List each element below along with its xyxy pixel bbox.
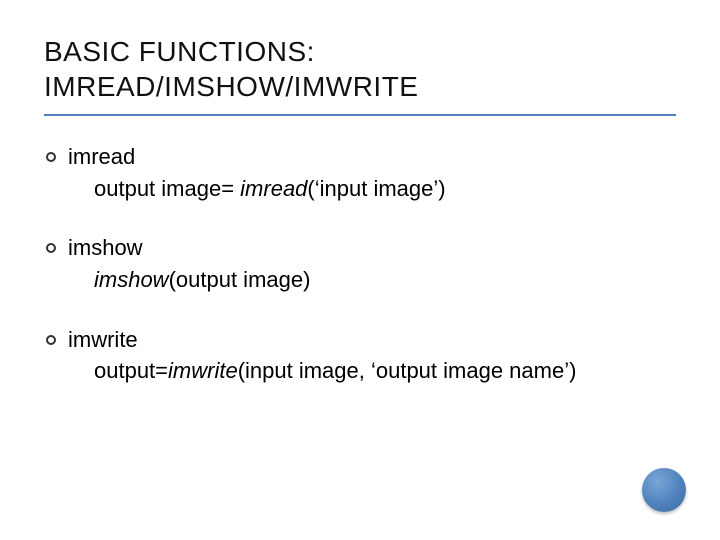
slide-title: BASIC FUNCTIONS: IMREAD/IMSHOW/IMWRITE	[44, 34, 676, 116]
title-line-2: IMREAD/IMSHOW/IMWRITE	[44, 71, 418, 102]
bullet-icon	[46, 152, 56, 162]
bullet-icon	[46, 243, 56, 253]
bullet-row: imwrite	[46, 325, 676, 355]
item-name: imwrite	[68, 325, 138, 355]
list-item: imread output image= imread(‘input image…	[44, 142, 676, 203]
bullet-icon	[46, 335, 56, 345]
bullet-row: imshow	[46, 233, 676, 263]
desc-post: (input image, ‘output image name’)	[238, 358, 577, 383]
desc-post: (output image)	[169, 267, 311, 292]
accent-circle-icon	[642, 468, 686, 512]
bullet-row: imread	[46, 142, 676, 172]
slide: BASIC FUNCTIONS: IMREAD/IMSHOW/IMWRITE i…	[0, 0, 720, 540]
desc-func: imread	[240, 176, 307, 201]
list-item: imshow imshow(output image)	[44, 233, 676, 294]
desc-post: (‘input image’)	[307, 176, 445, 201]
slide-body: imread output image= imread(‘input image…	[44, 142, 676, 386]
desc-func: imshow	[94, 267, 169, 292]
item-name: imshow	[68, 233, 143, 263]
desc-pre: output image=	[94, 176, 240, 201]
desc-func: imwrite	[168, 358, 238, 383]
item-description: imshow(output image)	[46, 265, 676, 295]
title-line-1: BASIC FUNCTIONS:	[44, 36, 315, 67]
item-description: output image= imread(‘input image’)	[46, 174, 676, 204]
item-name: imread	[68, 142, 135, 172]
item-description: output=imwrite(input image, ‘output imag…	[46, 356, 676, 386]
list-item: imwrite output=imwrite(input image, ‘out…	[44, 325, 676, 386]
desc-pre: output=	[94, 358, 168, 383]
